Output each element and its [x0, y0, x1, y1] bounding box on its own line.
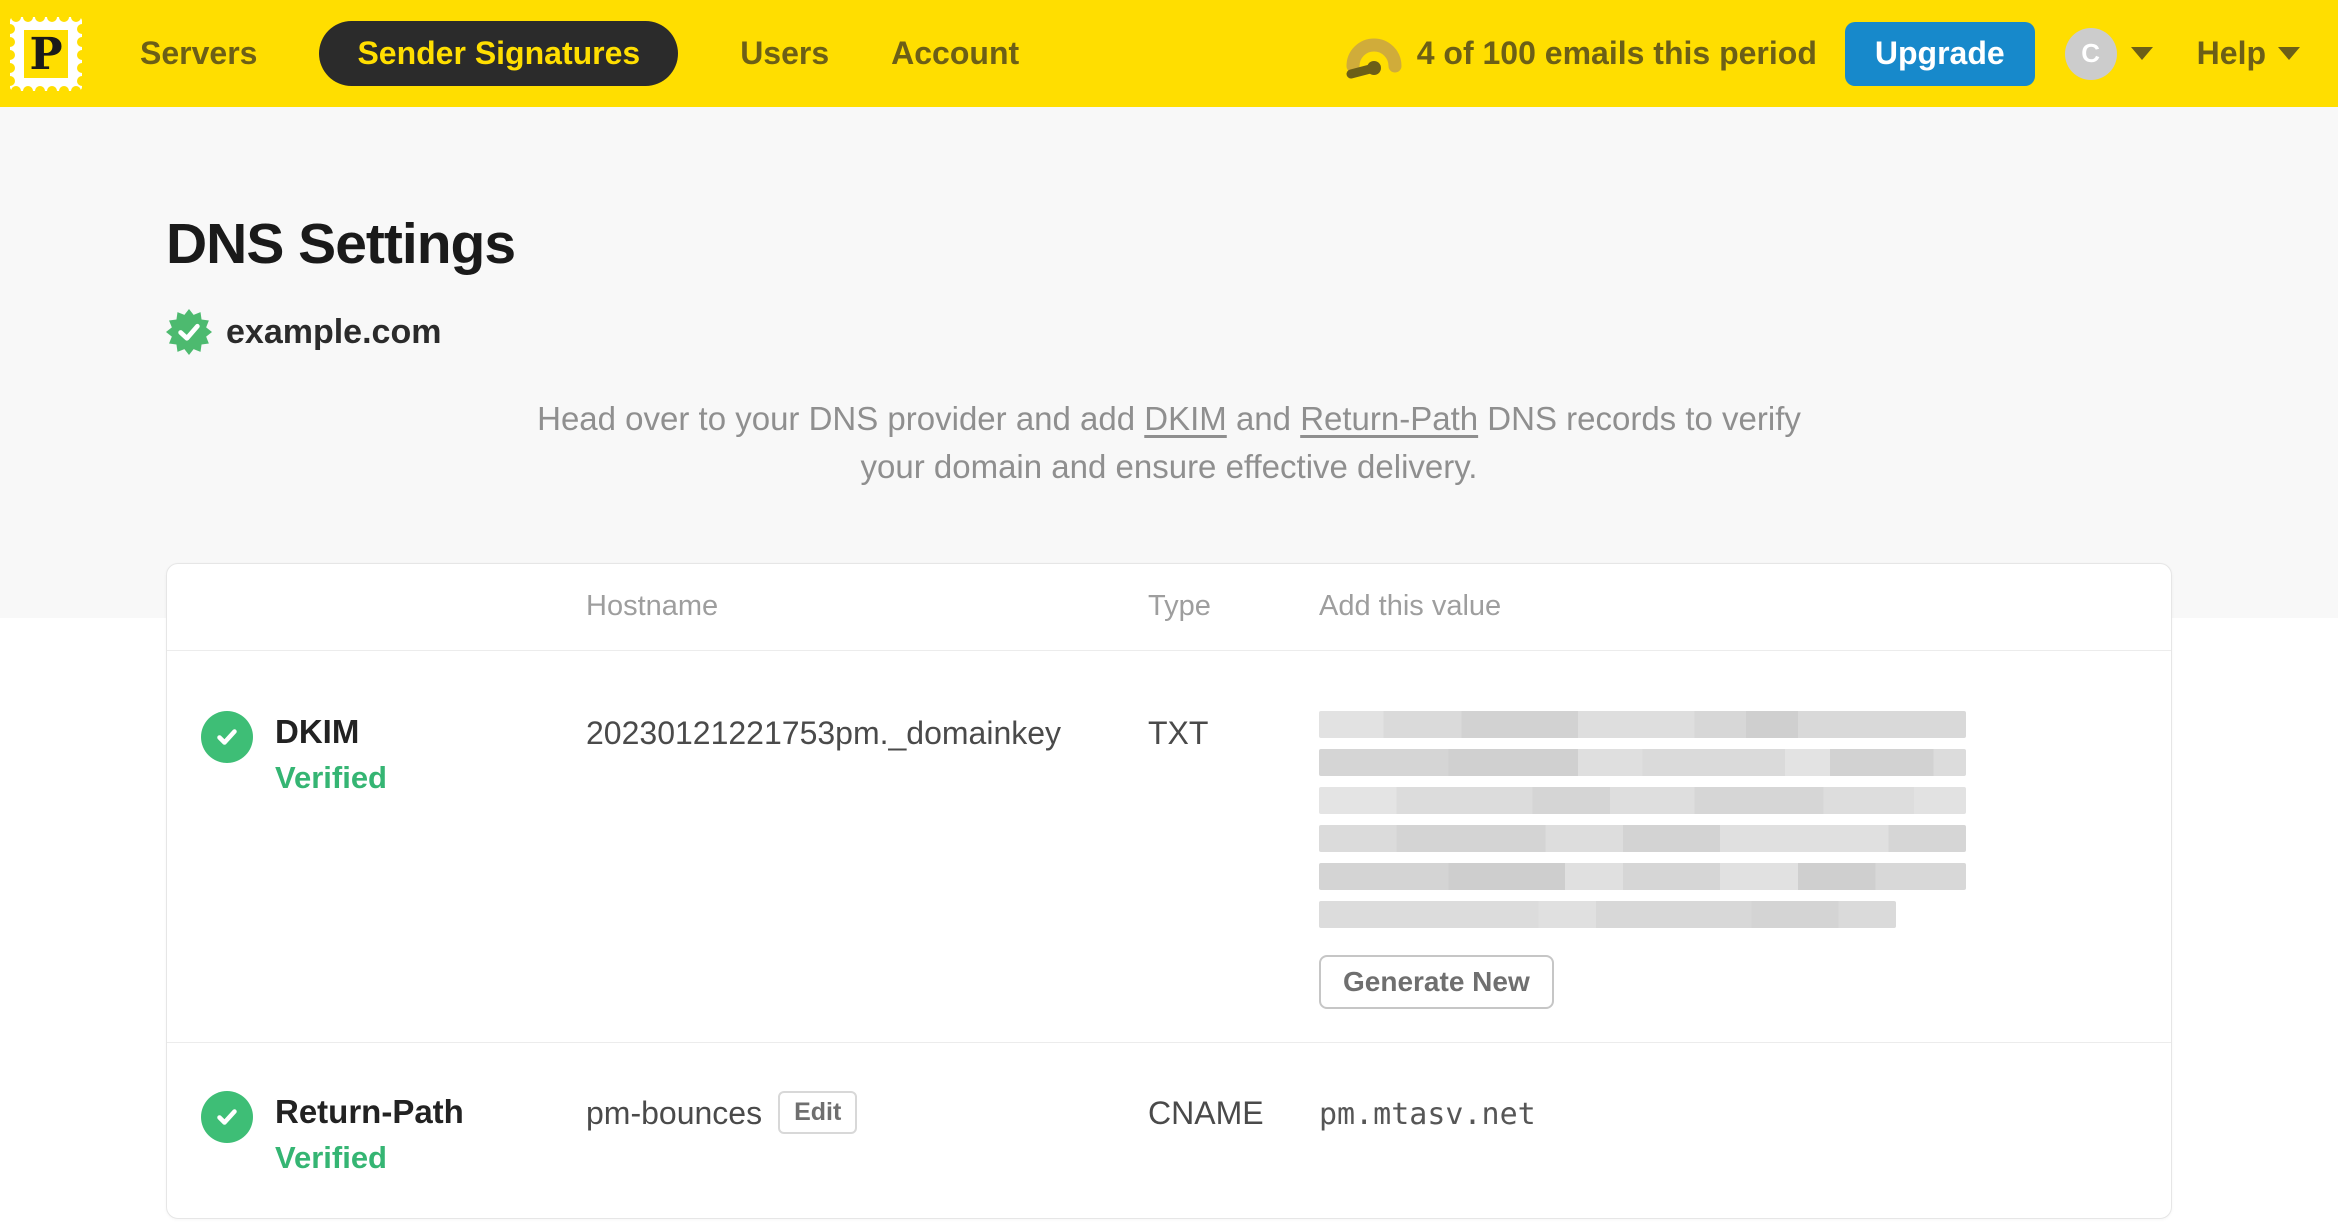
- dkim-status-cell: DKIM Verified: [201, 710, 586, 1042]
- return-path-hostname: pm-bounces: [586, 1094, 763, 1131]
- chevron-down-icon: [2278, 47, 2300, 60]
- account-menu[interactable]: C: [2064, 27, 2153, 80]
- header-type: Type: [1148, 590, 1211, 623]
- table-row-dkim: DKIM Verified 20230121221753pm._domainke…: [167, 649, 2171, 1042]
- upgrade-button[interactable]: Upgrade: [1844, 21, 2035, 86]
- dkim-type: TXT: [1148, 714, 1209, 751]
- dkim-link[interactable]: DKIM: [1144, 400, 1227, 437]
- redacted-row: [1319, 900, 1896, 928]
- table-row-return-path: Return-Path Verified pm-bounces Edit CNA…: [167, 1041, 2171, 1218]
- redacted-row: [1319, 786, 1966, 814]
- redacted-row: [1319, 824, 1966, 852]
- domain-row: example.com: [166, 309, 2172, 355]
- chevron-down-icon: [2130, 47, 2153, 60]
- status-badge: Verified: [275, 759, 387, 795]
- intro-text: Head over to your DNS provider and add D…: [529, 395, 1809, 491]
- nav-item-users[interactable]: Users: [740, 35, 829, 72]
- top-navbar: P Servers Sender Signatures Users Accoun…: [0, 0, 2338, 107]
- help-menu[interactable]: Help: [2197, 35, 2300, 72]
- redacted-row: [1319, 862, 1966, 890]
- usage-counter: 4 of 100 emails this period: [1416, 35, 1817, 71]
- dns-records-card: Hostname Type Add this value DKIM Verifi…: [166, 562, 2172, 1219]
- return-path-status-cell: Return-Path Verified: [201, 1090, 586, 1218]
- redacted-row: [1319, 710, 1966, 738]
- header-hostname: Hostname: [586, 590, 719, 623]
- record-name: Return-Path: [275, 1092, 464, 1130]
- intro-part1: Head over to your DNS provider and add: [537, 400, 1145, 437]
- intro-part2: and: [1226, 400, 1301, 437]
- check-circle-icon: [201, 1090, 253, 1143]
- dkim-hostname-cell: 20230121221753pm._domainkey: [586, 711, 1148, 1042]
- return-path-hostname-cell: pm-bounces Edit: [586, 1090, 1148, 1218]
- nav-item-sender-signatures[interactable]: Sender Signatures: [319, 21, 679, 86]
- return-path-link[interactable]: Return-Path: [1300, 400, 1478, 437]
- nav-item-account[interactable]: Account: [891, 35, 1019, 72]
- seal-check-icon: [166, 309, 212, 355]
- page-title: DNS Settings: [166, 212, 516, 276]
- postmark-stamp-icon[interactable]: P: [10, 14, 82, 93]
- redacted-row: [1319, 748, 1966, 776]
- return-path-value: pm.mtasv.net: [1319, 1096, 1536, 1132]
- dkim-value-redacted: [1319, 710, 1966, 928]
- status-badge: Verified: [275, 1139, 387, 1175]
- check-circle-icon: [201, 710, 253, 763]
- primary-nav: Servers Sender Signatures Users Account: [140, 21, 1019, 86]
- gauge-icon: [1346, 38, 1402, 78]
- table-header: Hostname Type Add this value: [167, 564, 2171, 650]
- header-value: Add this value: [1319, 590, 1502, 623]
- avatar[interactable]: C: [2064, 27, 2117, 80]
- main-content: DNS Settings example.com Head over to yo…: [0, 107, 2338, 1222]
- generate-new-button[interactable]: Generate New: [1319, 954, 1554, 1009]
- navbar-right: 4 of 100 emails this period Upgrade C He…: [1345, 21, 2300, 86]
- logo-letter: P: [29, 29, 62, 80]
- dkim-value-cell: Generate New: [1319, 710, 2131, 1042]
- help-label: Help: [2196, 35, 2266, 71]
- record-name: DKIM: [275, 712, 360, 750]
- return-path-type: CNAME: [1148, 1094, 1264, 1131]
- nav-item-servers[interactable]: Servers: [140, 35, 257, 72]
- dkim-hostname: 20230121221753pm._domainkey: [586, 714, 1062, 751]
- domain-name: example.com: [226, 312, 442, 351]
- edit-button[interactable]: Edit: [778, 1090, 858, 1134]
